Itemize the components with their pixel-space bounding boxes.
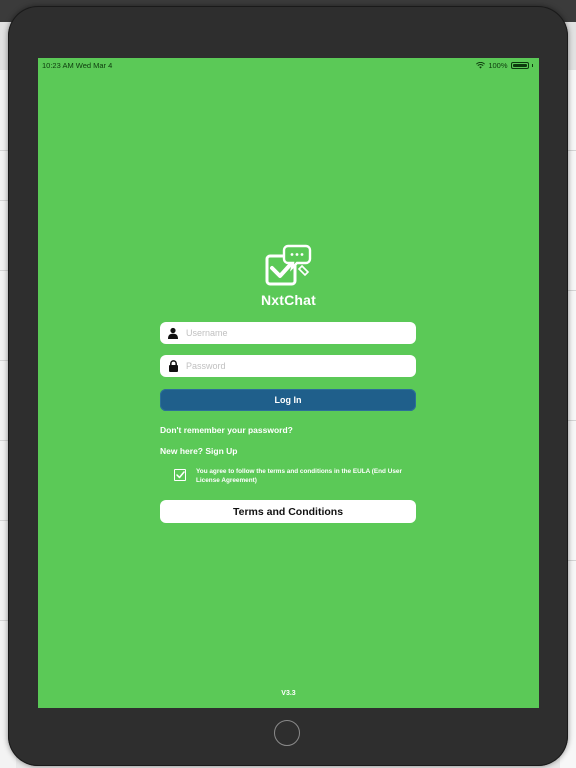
app-screen: 10:23 AM Wed Mar 4 100% NxtChat Username… [38, 58, 539, 708]
eula-text: You agree to follow the terms and condit… [196, 468, 402, 484]
eula-checkbox[interactable] [174, 469, 186, 481]
forgot-password-link[interactable]: Don't remember your password? [160, 425, 293, 435]
password-field[interactable] [160, 355, 416, 377]
signup-link[interactable]: New here? Sign Up [160, 446, 237, 456]
battery-icon [510, 62, 529, 69]
chat-check-logo-icon [265, 244, 312, 286]
lock-icon [166, 359, 180, 373]
login-button[interactable]: Log In [160, 389, 416, 411]
battery-tip [531, 64, 533, 67]
status-bar: 10:23 AM Wed Mar 4 100% [38, 58, 539, 72]
app-version: V3.3 [281, 690, 296, 697]
battery-percent: 100% [488, 61, 508, 70]
username-input[interactable] [186, 328, 406, 338]
username-field[interactable] [160, 322, 416, 344]
status-time-date: 10:23 AM Wed Mar 4 [42, 61, 113, 70]
app-title: NxtChat [260, 292, 317, 308]
password-input[interactable] [186, 361, 406, 371]
wifi-icon [476, 62, 486, 69]
home-button[interactable] [274, 720, 300, 746]
ipad-device-frame: 10:23 AM Wed Mar 4 100% NxtChat Username… [8, 6, 568, 766]
checkmark-icon [175, 471, 185, 479]
terms-and-conditions-button[interactable]: Terms and Conditions [160, 500, 416, 523]
status-indicators: 100% [476, 61, 533, 70]
user-icon [166, 326, 180, 340]
